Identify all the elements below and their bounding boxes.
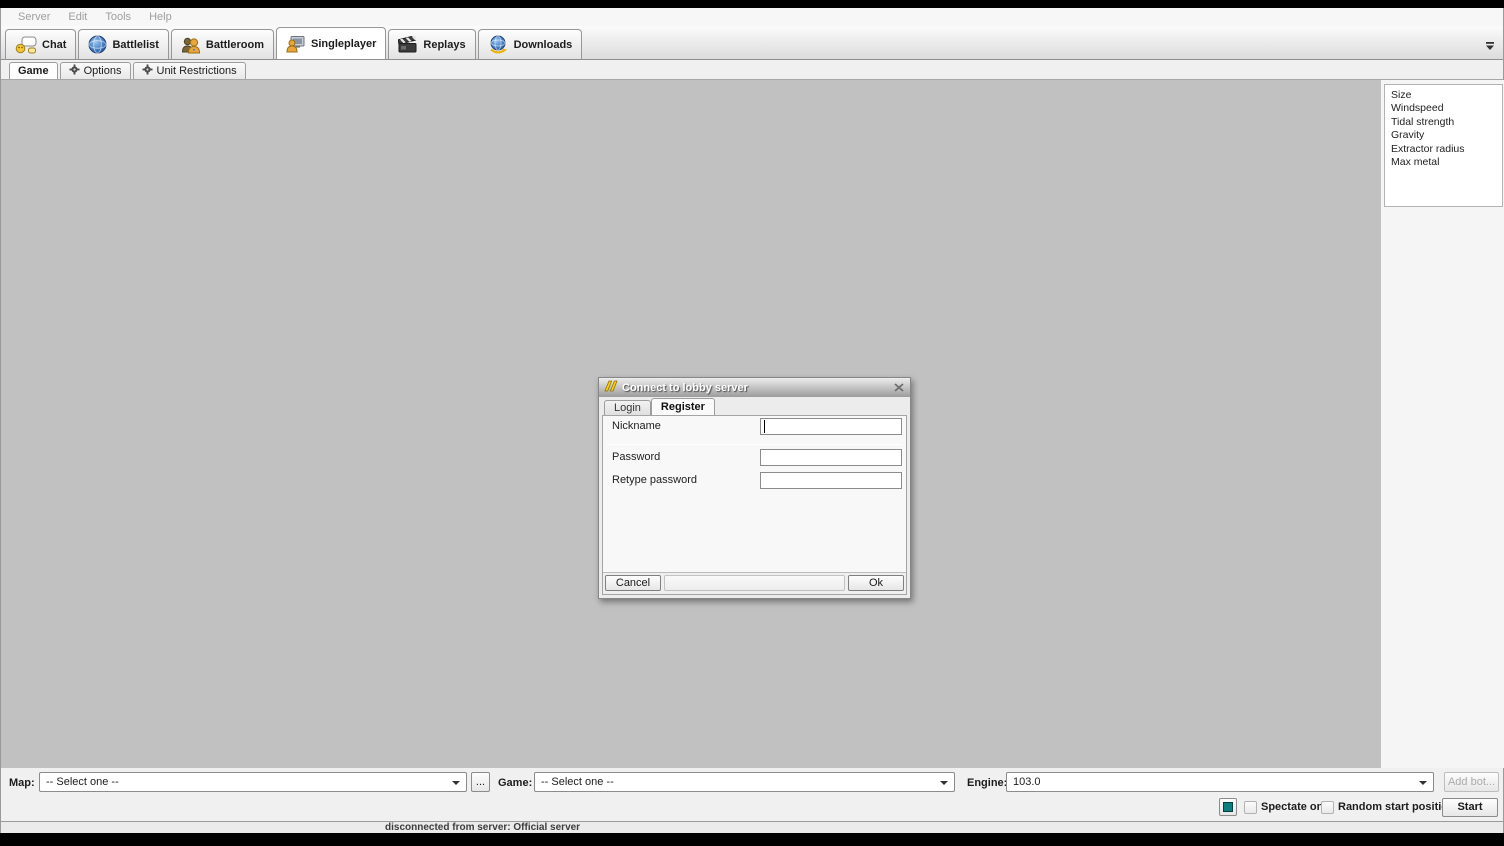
retype-password-row: Retype password [603, 472, 906, 489]
start-button[interactable]: Start [1442, 798, 1498, 817]
engine-select-value: 103.0 [1013, 776, 1041, 788]
spectate-only-checkbox[interactable] [1244, 801, 1257, 814]
map-select-value: -- Select one -- [46, 776, 119, 788]
subtab-options[interactable]: Options [60, 62, 131, 79]
subtab-unit-restrictions[interactable]: Unit Restrictions [133, 62, 246, 79]
chevron-down-icon [1419, 781, 1427, 785]
tab-chat[interactable]: Chat [5, 29, 76, 59]
tab-replays[interactable]: Replays [388, 29, 475, 59]
ok-button[interactable]: Ok [848, 575, 904, 591]
subtab-game[interactable]: Game [9, 62, 58, 79]
menu-tools[interactable]: Tools [96, 11, 140, 23]
add-bot-button[interactable]: Add bot... [1444, 772, 1499, 792]
nickname-label: Nickname [612, 420, 661, 432]
chevron-down-icon [940, 781, 948, 785]
status-text: disconnected from server: Official serve… [385, 822, 580, 834]
chat-icon [15, 36, 37, 54]
dialog-titlebar[interactable]: Connect to lobby server [599, 378, 910, 397]
register-panel: Nickname Password Retype password C [602, 415, 907, 595]
cancel-button[interactable]: Cancel [605, 575, 661, 591]
dialog-tab-bar: Login Register [602, 398, 907, 415]
retype-password-field[interactable] [760, 472, 902, 489]
tab-downloads-label: Downloads [514, 39, 573, 51]
singleplayer-content: Size Windspeed Tidal strength Gravity Ex… [1, 80, 1503, 768]
game-select[interactable]: -- Select one -- [534, 772, 955, 792]
game-select-value: -- Select one -- [541, 776, 614, 788]
retype-password-label: Retype password [612, 474, 697, 486]
password-label: Password [612, 451, 660, 463]
subtab-unit-restrictions-label: Unit Restrictions [157, 65, 237, 77]
toolbar: Chat Battlelist [1, 26, 1503, 60]
map-browse-button[interactable]: ... [471, 772, 490, 792]
map-info-extractor: Extractor radius [1391, 143, 1502, 156]
tab-singleplayer-label: Singleplayer [311, 38, 376, 50]
map-info-maxmetal: Max metal [1391, 156, 1502, 169]
menu-help[interactable]: Help [140, 11, 181, 23]
map-info-box: Size Windspeed Tidal strength Gravity Ex… [1384, 84, 1503, 207]
map-info-tidal: Tidal strength [1391, 116, 1502, 129]
lightning-icon [604, 379, 618, 397]
dialog-title: Connect to lobby server [622, 382, 893, 394]
singleplayer-icon [286, 35, 306, 53]
engine-label: Engine: [967, 777, 1007, 789]
gear-icon [142, 64, 153, 78]
tab-replays-label: Replays [423, 39, 465, 51]
tab-login[interactable]: Login [604, 400, 651, 415]
tab-battlelist[interactable]: Battlelist [78, 29, 168, 59]
menu-server[interactable]: Server [9, 11, 59, 23]
footer-spacer [664, 575, 845, 591]
dialog-body: Login Register Nickname Password [602, 398, 907, 595]
divider [607, 444, 902, 445]
tab-singleplayer[interactable]: Singleplayer [276, 27, 386, 59]
tab-downloads[interactable]: Downloads [478, 29, 583, 59]
map-info-gravity: Gravity [1391, 129, 1502, 142]
subtab-bar: Game Options Uni [1, 60, 1503, 80]
connect-dialog: Connect to lobby server Login Register N… [598, 377, 911, 599]
download-globe-icon [488, 35, 509, 54]
globe-icon [88, 35, 107, 54]
close-icon[interactable] [893, 382, 905, 393]
dialog-footer: Cancel Ok [603, 572, 906, 594]
subtab-game-label: Game [18, 65, 49, 77]
map-info-windspeed: Windspeed [1391, 102, 1502, 115]
clapperboard-icon [398, 36, 418, 54]
menu-bar: Server Edit Tools Help [1, 8, 1503, 26]
application-window: Server Edit Tools Help Chat [0, 8, 1504, 833]
bottom-panel: Map: -- Select one -- ... Game: -- Selec… [1, 768, 1503, 821]
tab-register[interactable]: Register [651, 398, 715, 415]
random-start-checkbox[interactable] [1321, 801, 1334, 814]
team-color-swatch [1223, 802, 1233, 812]
map-info-panel: Size Windspeed Tidal strength Gravity Ex… [1381, 80, 1504, 768]
subtab-options-label: Options [84, 65, 122, 77]
team-color-button[interactable] [1219, 798, 1237, 816]
map-select[interactable]: -- Select one -- [39, 772, 467, 792]
menu-edit[interactable]: Edit [59, 11, 96, 23]
tab-battlelist-label: Battlelist [112, 39, 158, 51]
tab-battleroom-label: Battleroom [206, 39, 264, 51]
gear-icon [69, 64, 80, 78]
nickname-row: Nickname [603, 418, 906, 435]
people-icon [181, 36, 201, 54]
text-caret [764, 420, 765, 433]
map-info-size: Size [1391, 89, 1502, 102]
tab-chat-label: Chat [42, 39, 66, 51]
map-label: Map: [9, 777, 35, 789]
nickname-field[interactable] [760, 418, 902, 435]
password-field[interactable] [760, 449, 902, 466]
toolbar-overflow-icon[interactable] [1485, 38, 1495, 47]
game-label: Game: [498, 777, 532, 789]
status-bar: disconnected from server: Official serve… [1, 821, 1503, 833]
password-row: Password [603, 449, 906, 466]
tab-battleroom[interactable]: Battleroom [171, 29, 274, 59]
chevron-down-icon [452, 781, 460, 785]
engine-select[interactable]: 103.0 [1006, 772, 1434, 792]
